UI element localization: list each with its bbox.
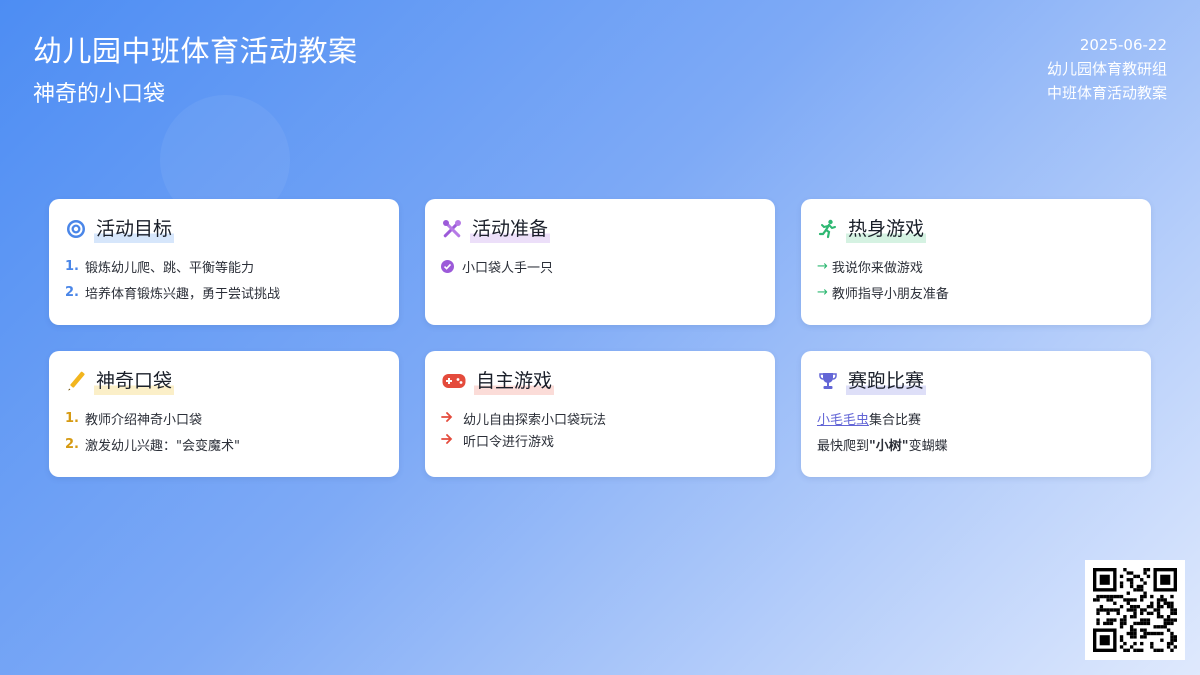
list-item: → 我说你来做游戏 [817, 257, 1135, 276]
qr-code-icon [1085, 560, 1185, 660]
goal-card: 活动目标 1. 锻炼幼儿爬、跳、平衡等能力 2. 培养体育锻炼兴趣，勇于尝试挑战 [49, 199, 399, 325]
race-card-title: 赛跑比赛 [846, 367, 927, 395]
item-text: 集合比赛 [869, 412, 922, 428]
list-item: 小口袋人手一只 [441, 257, 759, 276]
list-item: 小毛毛虫 集合比赛 [817, 409, 1135, 428]
list-item: 听口令进行游戏 [441, 432, 759, 450]
warmup-card: 热身游戏 → 我说你来做游戏 → 教师指导小朋友准备 [801, 199, 1151, 325]
item-text: 最快爬到 [817, 439, 870, 454]
item-text: 小口袋人手一只 [462, 260, 554, 276]
race-card: 赛跑比赛 小毛毛虫 集合比赛 最快爬到 "小树" 变蝴蝶 [801, 351, 1151, 477]
item-number: 1. [65, 258, 79, 274]
meta-date: 2025-06-22 [1079, 36, 1167, 54]
tools-icon [441, 218, 463, 240]
game-card: 自主游戏 幼儿自由探索小口袋玩法 听口令进行游戏 [425, 351, 775, 477]
trophy-icon [817, 370, 839, 392]
qr-code-graphic [1093, 568, 1177, 652]
arrow-icon: → [817, 258, 828, 274]
running-icon [817, 218, 839, 240]
warmup-card-title: 热身游戏 [846, 215, 927, 243]
item-text: 教师介绍神奇小口袋 [84, 412, 202, 428]
page-subtitle: 神奇的小口袋 [33, 82, 166, 107]
page-title: 幼儿园中班体育活动教案 [33, 34, 358, 68]
prep-card: 活动准备 小口袋人手一只 [425, 199, 775, 325]
list-item: 1. 锻炼幼儿爬、跳、平衡等能力 [65, 257, 383, 276]
item-text: 锻炼幼儿爬、跳、平衡等能力 [84, 260, 254, 276]
arrow-right-icon [441, 411, 453, 426]
list-item: → 教师指导小朋友准备 [817, 284, 1135, 302]
goal-card-title: 活动目标 [94, 215, 175, 243]
meta-info: 2025-06-22 幼儿园体育教研组 中班体育活动教案 [1047, 33, 1167, 105]
prep-card-title: 活动准备 [470, 215, 551, 243]
magic-card-title: 神奇口袋 [94, 367, 175, 395]
item-text: 教师指导小朋友准备 [831, 287, 949, 302]
item-text: 听口令进行游戏 [463, 435, 555, 450]
item-number: 1. [65, 410, 79, 426]
item-emphasis: "小树" [869, 439, 909, 454]
target-icon [65, 218, 87, 240]
list-item: 2. 激发幼儿兴趣："会变魔术" [65, 436, 383, 454]
item-number: 2. [65, 437, 79, 452]
list-item: 2. 培养体育锻炼兴趣，勇于尝试挑战 [65, 284, 383, 302]
magic-card: 神奇口袋 1. 教师介绍神奇小口袋 2. 激发幼儿兴趣："会变魔术" [49, 351, 399, 477]
item-number: 2. [65, 285, 79, 300]
game-card-title: 自主游戏 [474, 367, 555, 395]
meta-category: 中班体育活动教案 [1046, 84, 1167, 102]
arrow-icon: → [817, 285, 828, 300]
gamepad-icon [441, 370, 467, 392]
pencil-icon [65, 370, 87, 392]
arrow-right-icon [441, 433, 453, 448]
item-text: 培养体育锻炼兴趣，勇于尝试挑战 [84, 287, 280, 302]
list-item: 1. 教师介绍神奇小口袋 [65, 409, 383, 428]
item-text: 激发幼儿兴趣："会变魔术" [84, 439, 240, 454]
list-item: 最快爬到 "小树" 变蝴蝶 [817, 436, 1135, 454]
check-icon [441, 259, 454, 273]
item-text: 幼儿自由探索小口袋玩法 [463, 412, 607, 428]
item-text: 变蝴蝶 [908, 439, 948, 454]
item-text: 我说你来做游戏 [831, 260, 923, 276]
meta-group: 幼儿园体育教研组 [1046, 60, 1167, 78]
caterpillar-link[interactable]: 小毛毛虫 [817, 409, 869, 428]
list-item: 幼儿自由探索小口袋玩法 [441, 409, 759, 428]
